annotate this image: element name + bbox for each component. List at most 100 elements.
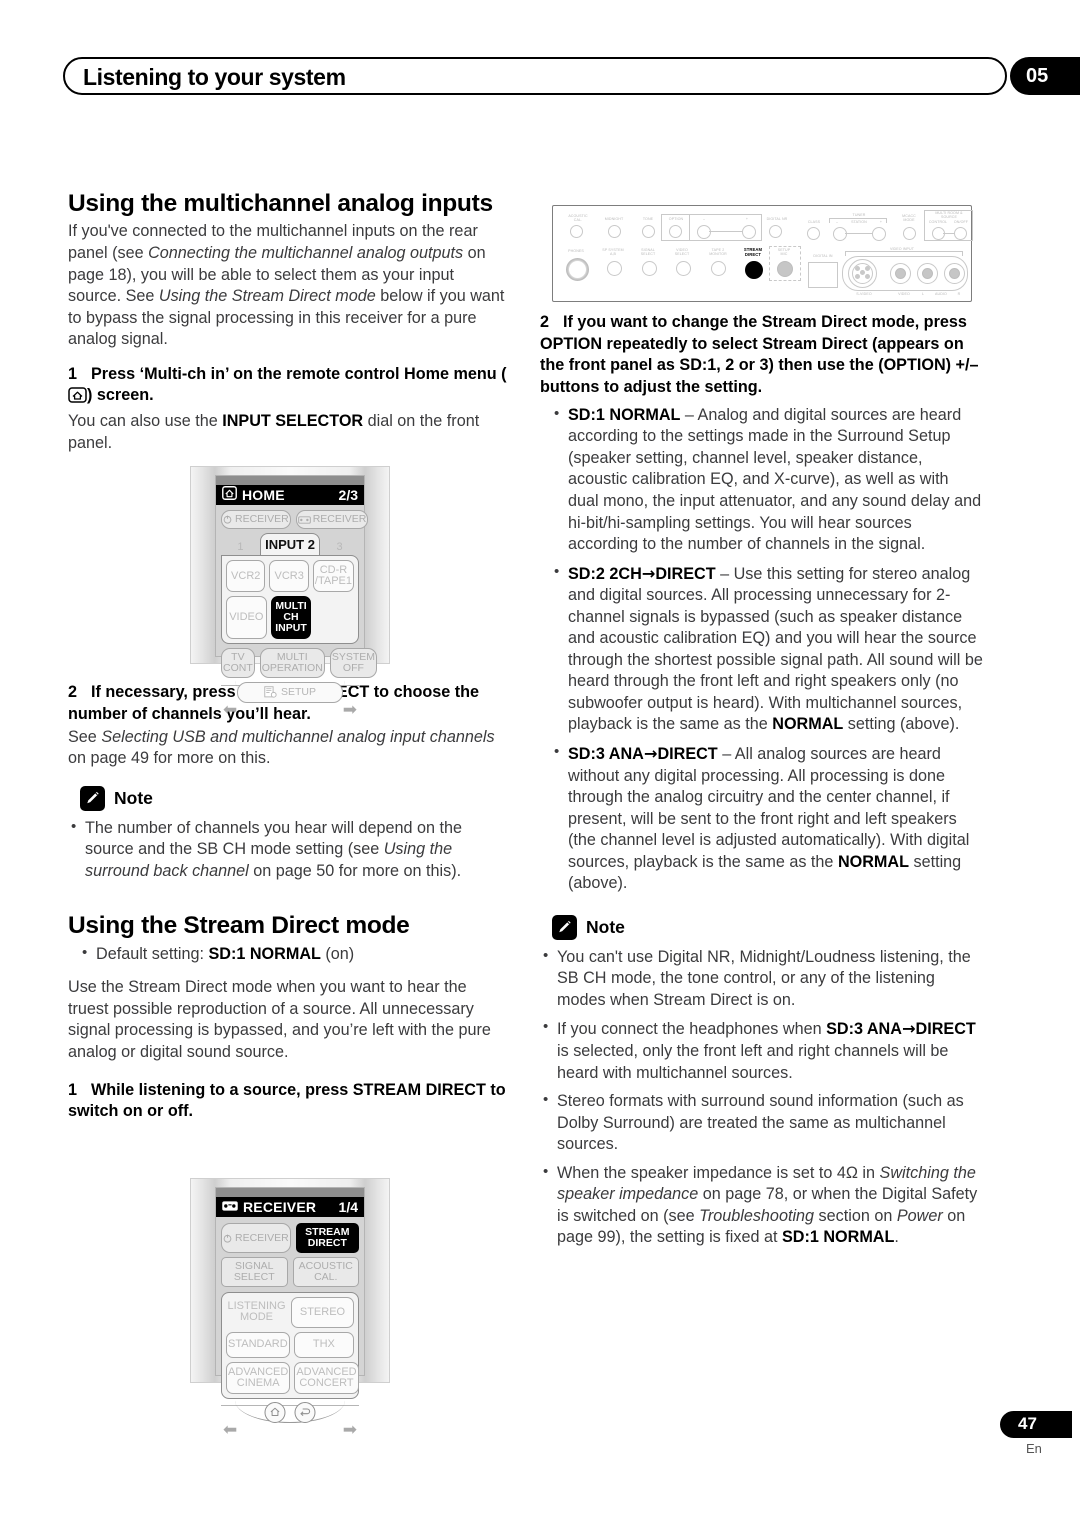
option-minus-knob[interactable] xyxy=(697,225,711,239)
cdr-tape1-button[interactable]: CD-R/TAPE1 xyxy=(312,560,354,593)
tab-input-2[interactable]: INPUT 2 xyxy=(259,533,321,556)
remote-receiver-title: RECEIVER xyxy=(243,1199,317,1215)
home-icon xyxy=(68,387,87,410)
default-c: (on) xyxy=(320,944,355,963)
step-2-sub-a: See xyxy=(68,727,102,746)
remote-receiver-row-2: SIGNAL SELECT ACOUSTIC CAL. xyxy=(216,1253,364,1288)
remote-receiver-row-3: LISTENING MODE STEREO xyxy=(226,1297,354,1328)
page-title: Listening to your system xyxy=(83,64,346,90)
digital-in-jack[interactable] xyxy=(808,262,838,288)
fp-label-tone: TONE xyxy=(642,217,654,221)
page-header: Listening to your system xyxy=(63,57,1013,97)
remote-receiver-footer: ⬅ ➡ xyxy=(221,1401,359,1440)
arrow-icon: → xyxy=(641,563,656,583)
default-value: SD:1 NORMAL xyxy=(208,944,321,963)
remote-home-input-panel: VCR2 VCR3 CD-R/TAPE1 VIDEO MULTI CH INPUT xyxy=(221,555,359,644)
advanced-cinema-button[interactable]: ADVANCED CINEMA xyxy=(226,1361,291,1394)
advanced-concert-button[interactable]: ADVANCED CONCERT xyxy=(294,1361,359,1394)
video-button[interactable]: VIDEO xyxy=(226,596,267,639)
power-icon xyxy=(223,1234,232,1243)
remote-top-strip xyxy=(216,476,364,485)
arrow-right-icon[interactable]: ➡ xyxy=(343,700,357,720)
remote-home-figure: HOME 2/3 RECEIVER RECEIVER 1 INPUT 2 3 V… xyxy=(190,466,390,719)
sd2-normal-bold: NORMAL xyxy=(772,715,844,734)
tone-knob[interactable] xyxy=(642,225,655,238)
note-label-left: Note xyxy=(114,787,153,808)
multi-operation-button[interactable]: MULTI OPERATION xyxy=(259,647,325,678)
s-video-pin xyxy=(855,266,860,271)
rt-step-2-number: 2 xyxy=(540,313,550,331)
step-1-sub-a: You can also use the xyxy=(68,412,223,431)
chapter-number: 05 xyxy=(1026,65,1049,87)
pencil-icon-svg xyxy=(87,791,99,803)
tab-input-1[interactable]: 1 xyxy=(221,539,260,555)
multi-ch-input-button[interactable]: MULTI CH INPUT xyxy=(270,596,312,639)
tape2-monitor-knob[interactable] xyxy=(711,261,726,276)
remote-top-strip xyxy=(216,1188,364,1197)
midnight-knob[interactable] xyxy=(608,225,621,238)
video-input-bracket xyxy=(845,251,963,252)
signal-select-button[interactable]: SIGNAL SELECT xyxy=(221,1257,288,1288)
digital-nr-knob[interactable] xyxy=(769,225,782,238)
vcr3-button[interactable]: VCR3 xyxy=(269,560,309,593)
system-off-button[interactable]: SYSTEM OFF xyxy=(329,647,377,678)
acoustic-cal-button[interactable]: ACOUSTIC CAL. xyxy=(292,1257,359,1288)
remote-home-nav: ⬅ ➡ xyxy=(221,696,359,720)
remote-home-footer: SETUP ⬅ ➡ xyxy=(221,681,359,720)
note4-c: section on xyxy=(814,1206,897,1225)
sd3-label-b: DIRECT xyxy=(657,745,718,764)
arrow-right-icon[interactable]: ➡ xyxy=(343,1420,357,1440)
tv-cont-button[interactable]: TV CONT xyxy=(221,647,255,678)
video-input-bracket-right xyxy=(962,251,963,256)
stream-direct-knob[interactable] xyxy=(745,261,763,279)
arrow-icon: → xyxy=(901,1019,916,1039)
acoustic-cal-knob[interactable] xyxy=(570,225,583,238)
audio-r-jack-center xyxy=(949,268,960,279)
s-video-pin xyxy=(865,274,870,279)
tuner-bracket-right xyxy=(886,218,887,223)
step-1-text-a: Press ‘Multi-ch in’ on the remote contro… xyxy=(91,364,507,383)
listening-mode-label: LISTENING MODE xyxy=(227,1300,286,1324)
stream-direct-button[interactable]: STREAM DIRECT xyxy=(295,1223,359,1254)
tab-input-3[interactable]: 3 xyxy=(320,539,359,555)
setup-mic-jack[interactable] xyxy=(777,261,793,277)
receiver-power-button[interactable]: RECEIVER xyxy=(221,510,291,530)
option-connector-line xyxy=(709,231,743,232)
multiroom-onoff-knob[interactable] xyxy=(954,227,967,240)
sd2-label-a: SD:2 2CH xyxy=(568,564,642,583)
arrow-left-icon[interactable]: ⬅ xyxy=(223,1420,237,1440)
note2-d: is selected, only the front left and rig… xyxy=(557,1042,949,1082)
tuner-minus-knob[interactable] xyxy=(833,227,847,241)
remote-receiver-mode-panel: LISTENING MODE STEREO STANDARD THX ADVANC… xyxy=(221,1292,359,1399)
option-knob[interactable] xyxy=(669,225,682,238)
receiver-power-button[interactable]: RECEIVER xyxy=(221,1223,291,1254)
s-video-pin xyxy=(860,270,865,275)
receiver-device-button[interactable]: RECEIVER xyxy=(295,510,369,530)
vcr2-button[interactable]: VCR2 xyxy=(226,560,266,593)
note-item: When the speaker impedance is set to 4Ω … xyxy=(540,1162,983,1249)
note-label-right: Note xyxy=(586,916,625,937)
video-input-bracket-left xyxy=(845,251,846,256)
section-heading-stream-direct: Using the Stream Direct mode xyxy=(68,912,410,940)
remote-receiver-nav: ⬅ ➡ xyxy=(221,1416,359,1440)
sd2-text-a: – Use this setting for stereo analog and… xyxy=(568,564,983,734)
fp-label-station: STATION xyxy=(851,220,867,224)
standard-button[interactable]: STANDARD xyxy=(226,1331,290,1358)
arrow-left-icon[interactable]: ⬅ xyxy=(223,700,237,720)
stream-direct-intro: Use the Stream Direct mode when you want… xyxy=(68,978,491,1061)
option-plus-knob[interactable] xyxy=(742,225,756,239)
sp-system-knob[interactable] xyxy=(607,261,622,276)
mcacc-mode-knob[interactable] xyxy=(903,227,916,240)
thx-button[interactable]: THX xyxy=(293,1331,354,1358)
tuner-plus-knob[interactable] xyxy=(872,227,886,241)
phones-jack-inner xyxy=(568,260,587,279)
remote-home-tabs: 1 INPUT 2 3 xyxy=(216,529,364,556)
signal-select-knob[interactable] xyxy=(642,261,657,276)
class-knob[interactable] xyxy=(807,227,820,240)
intro-paragraph: If you've connected to the multichannel … xyxy=(68,221,511,350)
video-select-knob[interactable] xyxy=(676,261,691,276)
remote-home-top-buttons: RECEIVER RECEIVER xyxy=(216,505,369,530)
stereo-button[interactable]: STEREO xyxy=(291,1297,354,1328)
fp-label-tape2-monitor: TAPE 2 MONITOR xyxy=(709,248,727,257)
sd1-label: SD:1 NORMAL xyxy=(568,405,681,424)
